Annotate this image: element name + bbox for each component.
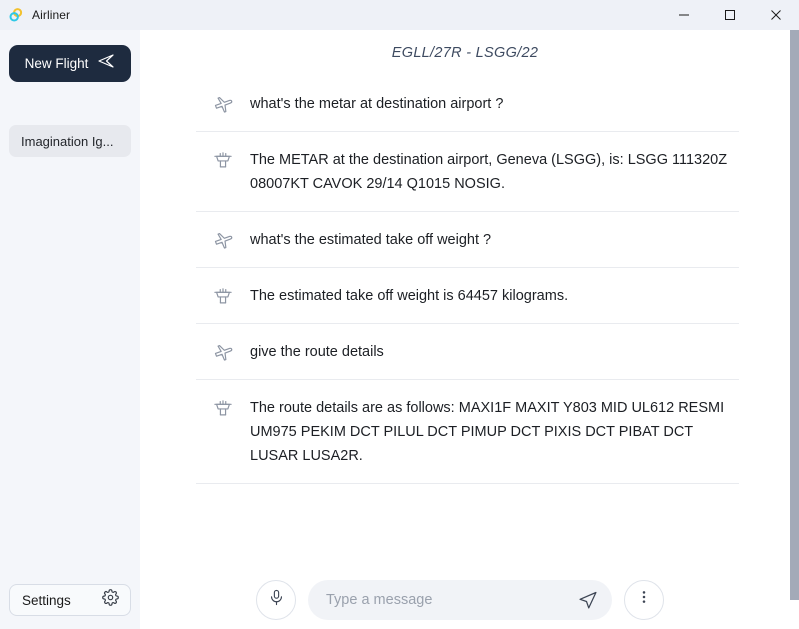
maximize-icon (725, 10, 735, 20)
airplane-icon (196, 341, 250, 363)
gear-icon (102, 589, 119, 611)
message-text: what's the metar at destination airport … (250, 96, 504, 112)
title-bar-left: Airliner (0, 0, 661, 30)
conversation-header: EGLL/27R - LSGG/22 (140, 30, 790, 76)
more-vertical-icon (636, 589, 652, 610)
message-text: what's the estimated take off weight ? (250, 232, 492, 248)
airplane-icon (196, 93, 250, 115)
control-tower-icon (196, 148, 250, 171)
title-bar: Airliner (0, 0, 799, 30)
app-window: Airliner New Flight Imagination Ig... Se… (0, 0, 799, 629)
control-tower-icon (196, 285, 250, 307)
message-input-wrap[interactable] (308, 579, 612, 620)
vertical-scrollbar[interactable] (790, 30, 799, 600)
microphone-icon (268, 589, 285, 611)
message-row: The METAR at the destination airport, Ge… (196, 132, 739, 212)
message-row: what's the estimated take off weight ? (196, 212, 739, 268)
app-title: Airliner (32, 8, 71, 22)
message-text: The METAR at the destination airport, Ge… (250, 152, 728, 192)
new-flight-button[interactable]: New Flight (9, 45, 131, 82)
send-button[interactable] (578, 590, 598, 610)
message-row: give the route details (196, 324, 739, 380)
message-row: The estimated take off weight is 64457 k… (196, 268, 739, 324)
message-row: what's the metar at destination airport … (196, 76, 739, 132)
paper-plane-icon (97, 53, 115, 74)
maximize-button[interactable] (707, 0, 753, 30)
message-list: what's the metar at destination airport … (196, 76, 739, 556)
sidebar: New Flight Imagination Ig... Settings (0, 30, 140, 629)
main-panel: EGLL/27R - LSGG/22 what's the metar at d… (140, 30, 790, 629)
close-button[interactable] (753, 0, 799, 30)
sidebar-chat-item-label: Imagination Ig... (21, 133, 114, 149)
airplane-icon (196, 229, 250, 251)
minimize-button[interactable] (661, 0, 707, 30)
more-options-button[interactable] (624, 579, 664, 620)
minimize-icon (679, 14, 689, 16)
page-title: EGLL/27R - LSGG/22 (391, 45, 539, 61)
message-text: give the route details (250, 344, 384, 360)
settings-label: Settings (22, 592, 71, 608)
close-icon (771, 10, 781, 20)
message-row: The route details are as follows: MAXI1F… (196, 380, 739, 484)
new-flight-label: New Flight (24, 56, 89, 71)
airliner-logo-icon (8, 7, 24, 23)
message-text: The route details are as follows: MAXI1F… (250, 400, 725, 464)
settings-button[interactable]: Settings (9, 584, 131, 616)
control-tower-icon (196, 396, 250, 419)
message-input[interactable] (326, 591, 578, 608)
sidebar-chat-item[interactable]: Imagination Ig... (9, 125, 131, 157)
microphone-button[interactable] (256, 579, 296, 620)
composer (140, 570, 790, 629)
window-controls (661, 0, 799, 30)
message-text: The estimated take off weight is 64457 k… (250, 288, 569, 304)
